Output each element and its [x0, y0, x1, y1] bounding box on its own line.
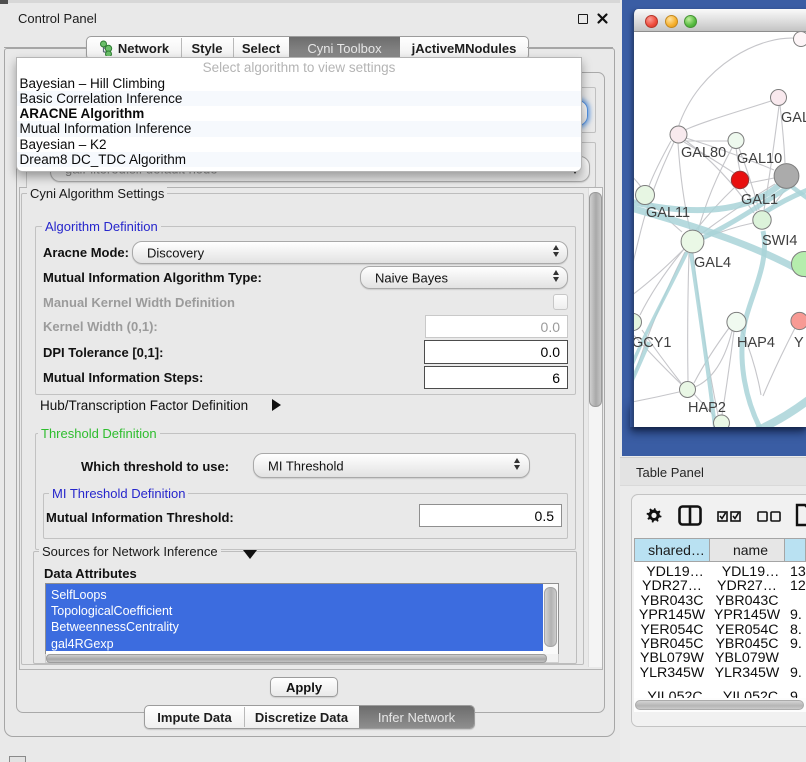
- svg-text:GCY1: GCY1: [634, 335, 672, 351]
- svg-text:GAL: GAL: [781, 110, 806, 126]
- svg-text:GAL1: GAL1: [741, 192, 778, 208]
- svg-text:GAL11: GAL11: [646, 205, 690, 221]
- svg-text:HAP4: HAP4: [737, 335, 775, 351]
- svg-text:Y: Y: [794, 335, 804, 351]
- svg-text:HAP2: HAP2: [688, 400, 726, 416]
- svg-text:GAL4: GAL4: [694, 255, 731, 271]
- svg-text:SWI4: SWI4: [762, 233, 797, 249]
- svg-text:GAL10: GAL10: [737, 151, 782, 167]
- svg-text:GAL80: GAL80: [681, 145, 726, 161]
